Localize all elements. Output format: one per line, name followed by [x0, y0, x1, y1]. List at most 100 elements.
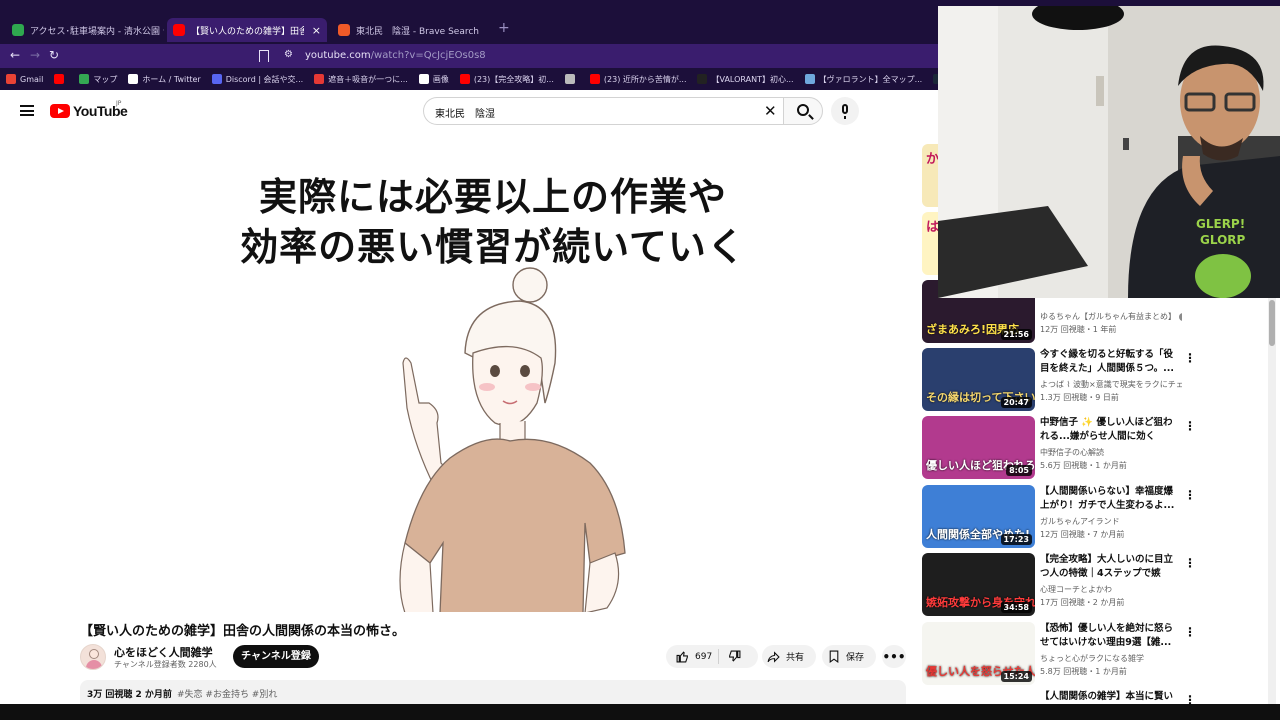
tab-title: アクセス･駐車場案内 - 清水公園 公式 [30, 26, 164, 37]
recommendation-channel[interactable]: 中野信子の心解読 [1040, 447, 1182, 458]
bookmark-item[interactable]: (23) 近所から苦情が... [589, 74, 686, 85]
bookmark-favicon-icon [697, 74, 708, 84]
recommendation-title[interactable]: 中野信子 ✨ 優しい人ほど狙われる...嫌がらせ人間に効く「静... [1040, 416, 1180, 444]
recommendation-channel-name: 心理コーチとよかわ [1040, 585, 1112, 594]
forward-arrow-icon[interactable]: → [30, 48, 40, 62]
search-button[interactable] [783, 97, 823, 125]
recommendation-item[interactable]: 優しい人ほど狙われる!!!8:05中野信子 ✨ 優しい人ほど狙われる...嫌がら… [922, 416, 1262, 482]
bookmark-item[interactable] [564, 74, 579, 84]
tab-youtube-video[interactable]: 【賢い人のための雑学】田舎の人 × [167, 18, 327, 42]
bookmark-item[interactable]: Gmail [6, 74, 43, 84]
subscribe-button[interactable]: チャンネル登録 [233, 645, 319, 668]
video-duration-badge: 34:58 [1000, 602, 1032, 613]
recommendation-title[interactable]: 【人間関係いらない】幸福度爆上がり！ガチで人生変わるよ... [1040, 485, 1180, 513]
recommendation-meta: 1.3万 回視聴・9 日前 [1040, 393, 1119, 402]
recommendation-thumbnail[interactable]: その縁は切って下さい 20:47 [922, 348, 1035, 411]
vertical-more-icon[interactable]: ⋮ [1184, 488, 1196, 502]
bookmark-item[interactable] [54, 74, 68, 84]
new-tab-button[interactable]: + [498, 20, 510, 36]
recommendation-channel[interactable]: ちょっと心がラクになる雑学 [1040, 653, 1182, 664]
share-button[interactable]: 共有 [762, 645, 816, 668]
recommendation-meta: 12万 回視聴・1 年前 [1040, 325, 1117, 334]
recommendation-channel[interactable]: よつば ⌇ 波動×意識で現実をラクにチェ... [1040, 379, 1182, 390]
microphone-icon [842, 104, 848, 119]
bookmark-item[interactable]: ホーム / Twitter [128, 74, 201, 85]
vertical-more-icon[interactable]: ⋮ [1184, 556, 1196, 570]
verified-badge-icon [1179, 312, 1182, 321]
recommendation-item[interactable]: 優しい人を怒らせた人が 15:24 【恐怖】優しい人を絶対に怒らせてはいけない理由9… [922, 622, 1262, 688]
more-actions-button[interactable]: ••• [882, 645, 906, 668]
back-arrow-icon[interactable]: ← [10, 48, 20, 62]
thumbs-up-icon[interactable] [676, 650, 689, 663]
recommendation-item[interactable]: 嫉妬攻撃から身を守れ 34:58 【完全攻略】大人しいのに目立つ人の特徴｜4ステップ… [922, 553, 1262, 619]
voice-search-button[interactable] [831, 97, 859, 125]
channel-name[interactable]: 心をほどく人間雑学 [114, 644, 213, 660]
recommendation-channel-name: ゆるちゃん【ガルちゃん有益まとめ】 [1040, 312, 1176, 321]
bookmark-label: 【ヴァロラント】全マップ... [818, 74, 923, 84]
hashtags[interactable]: #失恋 #お金持ち #別れ [177, 687, 277, 700]
share-arrow-icon [767, 650, 780, 663]
scrollbar-track[interactable] [1268, 298, 1276, 708]
vertical-more-icon[interactable]: ⋮ [1184, 419, 1196, 433]
recommendation-channel[interactable]: 心理コーチとよかわ [1040, 584, 1182, 595]
bookmark-item[interactable]: 画像 [418, 74, 449, 85]
recommendation-channel-name: よつば ⌇ 波動×意識で現実をラクにチェ... [1040, 380, 1182, 389]
svg-text:GLERP!: GLERP! [1196, 217, 1245, 231]
bookmark-icon[interactable] [259, 50, 269, 62]
recommendation-title[interactable]: 【恐怖】優しい人を絶対に怒らせてはいけない理由9選【雑... [1040, 622, 1180, 650]
streamer-webcam-feed: GLERP! GLORP [938, 6, 1280, 298]
save-button[interactable]: 保存 [822, 645, 876, 668]
tab-shimizu-park[interactable]: アクセス･駐車場案内 - 清水公園 公式 [6, 18, 164, 42]
recommendation-title[interactable]: 【完全攻略】大人しいのに目立つ人の特徴｜4ステップで嫉妬... [1040, 553, 1180, 581]
recommendation-thumbnail[interactable]: 嫉妬攻撃から身を守れ 34:58 [922, 553, 1035, 616]
address-bar[interactable]: youtube.com/watch?v=QcJcjEOs0s8 [305, 50, 486, 61]
recommendation-channel-name: ガルちゃんアイランド [1040, 517, 1120, 526]
youtube-logo[interactable]: YouTube JP [50, 100, 128, 119]
recommendation-thumbnail[interactable]: 優しい人ほど狙われる!!!8:05 [922, 416, 1035, 479]
search-input[interactable]: 東北民 陰湿 ✕ [423, 97, 784, 125]
tab-brave-search[interactable]: 東北民 陰湿 - Brave Search [332, 18, 482, 42]
recommendation-channel[interactable]: ゆるちゃん【ガルちゃん有益まとめ】 [1040, 311, 1182, 322]
recommendation-thumbnail[interactable]: 人間関係全部やめた! 17:23 [922, 485, 1035, 548]
bookmark-item[interactable]: Discord | 会話や交... [211, 74, 304, 85]
recommendation-meta: 5.8万 回視聴・1 か月前 [1040, 667, 1127, 676]
recommendation-item[interactable]: その縁は切って下さい 20:47 今すぐ縁を切ると好転する「役目を終えた」人間関係５… [922, 348, 1262, 414]
bookmark-item[interactable]: (23)【完全攻略】初... [459, 74, 554, 85]
video-player[interactable]: 実際には必要以上の作業や 効率の悪い慣習が続いていく [80, 138, 906, 612]
vertical-more-icon[interactable]: ⋮ [1184, 351, 1196, 365]
bookmark-item[interactable]: マップ [79, 74, 117, 85]
reload-icon[interactable]: ↻ [49, 48, 59, 62]
youtube-icon [173, 24, 185, 36]
bookmark-label: Discord | 会話や交... [225, 74, 304, 84]
tab-title: 東北民 陰湿 - Brave Search [356, 26, 480, 37]
bookmark-favicon-icon [79, 74, 90, 84]
recommendation-title[interactable]: 今すぐ縁を切ると好転する「役目を終えた」人間関係５つ。... [1040, 348, 1180, 376]
hamburger-menu-icon[interactable] [20, 105, 34, 116]
thumbs-down-icon[interactable] [728, 650, 741, 663]
taskbar-strip [0, 704, 1280, 720]
clear-search-icon[interactable]: ✕ [764, 102, 777, 120]
scrollbar-thumb[interactable] [1269, 300, 1275, 346]
vertical-more-icon[interactable]: ⋮ [1184, 625, 1196, 639]
bookmark-item[interactable]: 【VALORANT】初心... [697, 74, 794, 85]
recommendation-channel[interactable]: ガルちゃんアイランド [1040, 516, 1182, 527]
recommendation-meta: 12万 回視聴・7 か月前 [1040, 530, 1125, 539]
like-count[interactable]: 697 [695, 652, 712, 662]
channel-avatar[interactable] [80, 644, 106, 670]
brave-icon [338, 24, 350, 36]
bookmark-favicon-icon [804, 74, 815, 84]
share-label: 共有 [786, 653, 805, 663]
recommendation-thumbnail[interactable]: 優しい人を怒らせた人が 15:24 [922, 622, 1035, 685]
like-divider [718, 649, 719, 664]
recommendation-item[interactable]: 人間関係全部やめた! 17:23 【人間関係いらない】幸福度爆上がり！ガチで人生変わ… [922, 485, 1262, 551]
bookmark-item[interactable]: 遮音＋吸音が一つに... [314, 74, 408, 85]
bookmark-favicon-icon [6, 74, 16, 84]
close-tab-icon[interactable]: × [312, 24, 321, 37]
site-info-icon[interactable]: ⚙ [284, 49, 293, 60]
recommendation-channel-name: 中野信子の心解読 [1040, 448, 1104, 457]
bookmark-label: 【VALORANT】初心... [711, 74, 794, 84]
bookmark-item[interactable]: 【ヴァロラント】全マップ... [804, 74, 923, 85]
screen: アクセス･駐車場案内 - 清水公園 公式 【賢い人のための雑学】田舎の人 × 東… [0, 0, 1280, 720]
video-duration-badge: 8:05 [1006, 465, 1032, 476]
bookmark-favicon-icon [459, 74, 470, 84]
